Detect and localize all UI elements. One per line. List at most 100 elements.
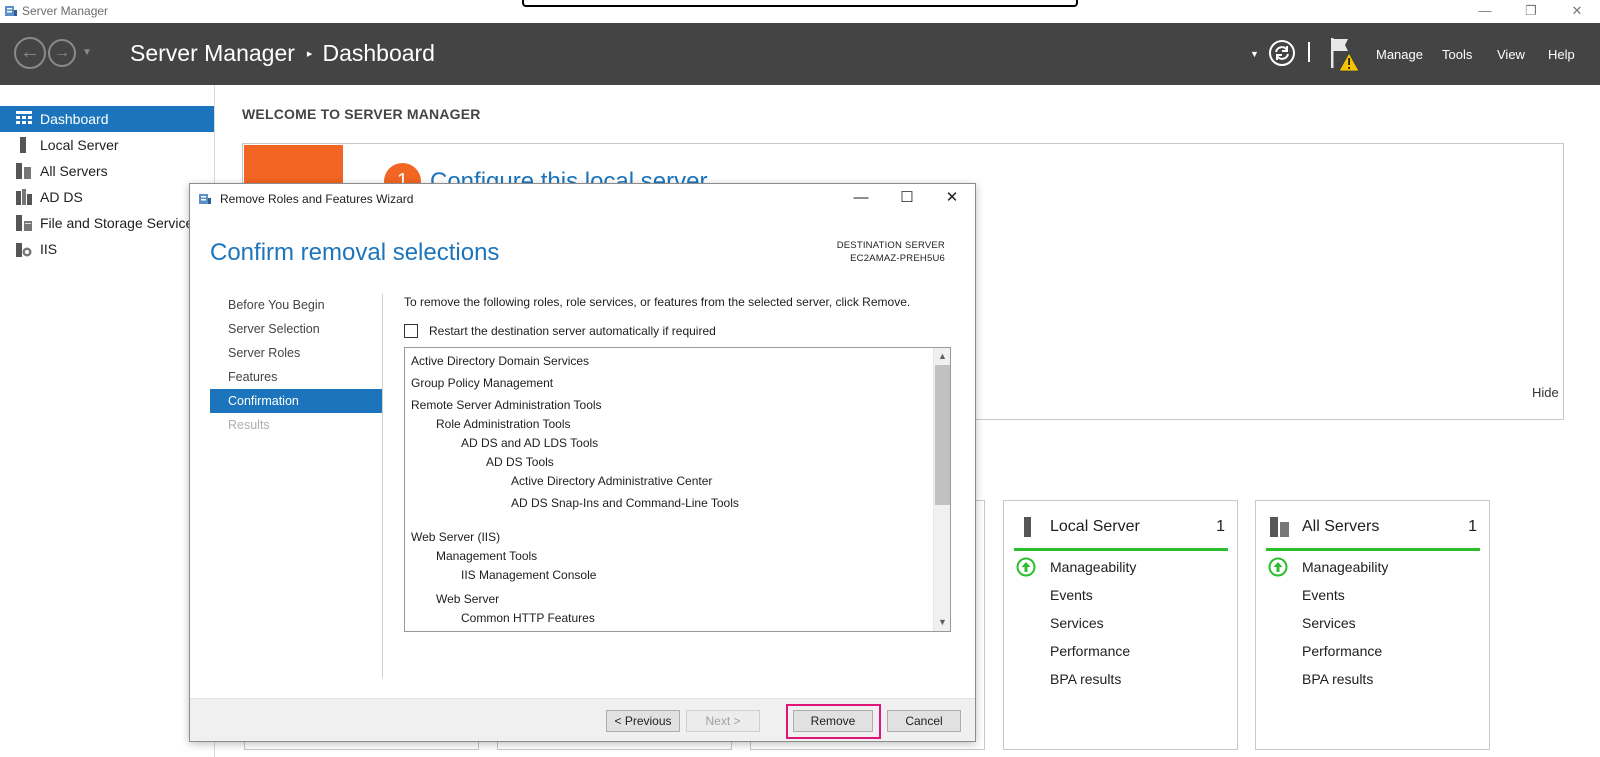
up-arrow-status-icon xyxy=(1268,557,1288,577)
menu-tools[interactable]: Tools xyxy=(1442,47,1472,62)
servers-icon xyxy=(1270,517,1289,537)
up-arrow-status-icon xyxy=(1016,557,1036,577)
ad-ds-icon xyxy=(16,189,32,205)
dialog-titlebar[interactable]: Remove Roles and Features Wizard — ☐ ✕ xyxy=(190,184,975,214)
tile-count: 1 xyxy=(1216,518,1225,535)
remove-roles-wizard-dialog: Remove Roles and Features Wizard — ☐ ✕ C… xyxy=(189,183,976,742)
list-item: Remote Server Administration Tools xyxy=(411,398,602,412)
minimize-button[interactable]: — xyxy=(1462,0,1508,23)
close-icon: ✕ xyxy=(945,189,959,206)
destination-server-value: EC2AMAZ-PREH5U6 xyxy=(850,253,945,264)
list-item: AD DS and AD LDS Tools xyxy=(461,436,599,450)
list-item: AD DS Tools xyxy=(486,455,554,469)
sidebar-item-all-servers[interactable]: All Servers xyxy=(0,158,214,184)
scrollbar-thumb[interactable] xyxy=(935,365,950,505)
breadcrumb: Server Manager ▸ Dashboard xyxy=(130,40,435,67)
dialog-close-button[interactable]: ✕ xyxy=(929,187,975,211)
storage-icon xyxy=(16,215,32,231)
restart-checkbox[interactable] xyxy=(404,324,418,338)
step-label: Before You Begin xyxy=(228,298,325,312)
dialog-heading: Confirm removal selections xyxy=(210,239,500,266)
restart-checkbox-label[interactable]: Restart the destination server automatic… xyxy=(429,324,716,338)
os-window-title: Server Manager xyxy=(22,4,109,18)
restore-button[interactable]: ❐ xyxy=(1508,0,1554,23)
tile-row-services[interactable]: Services xyxy=(1302,615,1356,631)
previous-button[interactable]: < Previous xyxy=(606,710,680,732)
step-label: Features xyxy=(228,370,278,384)
history-dropdown-icon[interactable]: ▼ xyxy=(82,47,92,58)
welcome-heading: WELCOME TO SERVER MANAGER xyxy=(242,106,481,122)
sidebar-item-label: Dashboard xyxy=(40,111,109,127)
wizard-step-features[interactable]: Features xyxy=(210,365,382,389)
arrow-left-icon: ← xyxy=(20,41,40,63)
refresh-icon[interactable] xyxy=(1268,39,1296,67)
iis-icon xyxy=(16,243,32,257)
tile-title[interactable]: Local Server xyxy=(1050,518,1140,536)
forward-button[interactable]: → xyxy=(48,39,76,67)
menu-manage[interactable]: Manage xyxy=(1376,47,1423,62)
wizard-step-server-selection[interactable]: Server Selection xyxy=(210,317,382,341)
menu-view[interactable]: View xyxy=(1497,47,1525,62)
all-servers-tile: All Servers 1 Manageability Events Servi… xyxy=(1255,500,1490,750)
servers-icon xyxy=(16,163,31,179)
menu-help[interactable]: Help xyxy=(1548,47,1575,62)
sidebar-item-local-server[interactable]: Local Server xyxy=(0,132,214,158)
destination-server-label: DESTINATION SERVER xyxy=(836,240,945,251)
server-icon xyxy=(1024,517,1031,537)
steps-divider xyxy=(382,294,383,678)
dialog-maximize-button[interactable]: ☐ xyxy=(884,187,930,211)
tile-row-manageability[interactable]: Manageability xyxy=(1050,559,1136,575)
list-item: Role Administration Tools xyxy=(436,417,571,431)
hide-link[interactable]: Hide xyxy=(1532,385,1559,400)
list-item: Group Policy Management xyxy=(411,376,554,390)
dropdown-caret-icon[interactable]: ▼ xyxy=(1250,49,1259,59)
local-server-tile: Local Server 1 Manageability Events Serv… xyxy=(1003,500,1238,750)
tile-count: 1 xyxy=(1468,518,1477,535)
tile-row-events[interactable]: Events xyxy=(1050,587,1093,603)
list-item: Active Directory Domain Services xyxy=(411,354,590,368)
tile-row-performance[interactable]: Performance xyxy=(1302,643,1382,659)
breadcrumb-app: Server Manager xyxy=(130,40,295,66)
instruction-text: To remove the following roles, role serv… xyxy=(404,295,911,309)
dialog-minimize-button[interactable]: — xyxy=(838,187,884,211)
notifications-flag-icon[interactable] xyxy=(1328,35,1362,73)
step-label: Results xyxy=(228,418,270,432)
breadcrumb-separator-icon: ▸ xyxy=(306,48,313,60)
sidebar-item-file-storage[interactable]: File and Storage Services xyxy=(0,210,214,236)
wizard-step-before-you-begin[interactable]: Before You Begin xyxy=(210,293,382,317)
tile-row-bpa-results[interactable]: BPA results xyxy=(1050,671,1121,687)
list-item: Management Tools xyxy=(436,549,538,563)
list-scrollbar[interactable]: ▲ ▼ xyxy=(933,348,950,631)
cancel-button[interactable]: Cancel xyxy=(887,710,961,732)
step-label: Server Selection xyxy=(228,322,320,336)
wizard-step-server-roles[interactable]: Server Roles xyxy=(210,341,382,365)
close-button[interactable]: ✕ xyxy=(1554,0,1600,23)
header-divider xyxy=(1308,42,1310,62)
back-button[interactable]: ← xyxy=(14,37,46,69)
arrow-right-icon: → xyxy=(54,44,70,61)
destination-server-info: DESTINATION SERVER EC2AMAZ-PREH5U6 xyxy=(837,239,945,265)
tile-title[interactable]: All Servers xyxy=(1302,518,1379,536)
tile-row-manageability[interactable]: Manageability xyxy=(1302,559,1388,575)
wizard-step-confirmation[interactable]: Confirmation xyxy=(210,389,382,413)
wizard-app-icon xyxy=(199,194,211,204)
top-overlay-bar xyxy=(522,0,1078,7)
sidebar-item-label: File and Storage Services xyxy=(40,215,201,231)
sidebar-item-iis[interactable]: IIS xyxy=(0,236,214,262)
scroll-up-icon[interactable]: ▲ xyxy=(934,348,950,365)
sidebar-item-label: All Servers xyxy=(40,163,108,179)
next-button: Next > xyxy=(686,710,760,732)
tile-row-bpa-results[interactable]: BPA results xyxy=(1302,671,1373,687)
remove-button[interactable]: Remove xyxy=(793,710,873,732)
removal-items-list[interactable]: Active Directory Domain Services Group P… xyxy=(404,347,951,632)
tile-row-performance[interactable]: Performance xyxy=(1050,643,1130,659)
list-item: Active Directory Administrative Center xyxy=(511,474,713,488)
scroll-down-icon[interactable]: ▼ xyxy=(934,614,950,631)
dialog-footer: < Previous Next > Remove Cancel xyxy=(190,698,975,741)
sidebar-item-ad-ds[interactable]: AD DS xyxy=(0,184,214,210)
tile-row-events[interactable]: Events xyxy=(1302,587,1345,603)
tile-row-services[interactable]: Services xyxy=(1050,615,1104,631)
server-manager-app-icon xyxy=(5,6,17,16)
sidebar-item-dashboard[interactable]: Dashboard xyxy=(0,106,214,132)
breadcrumb-page: Dashboard xyxy=(322,40,435,66)
